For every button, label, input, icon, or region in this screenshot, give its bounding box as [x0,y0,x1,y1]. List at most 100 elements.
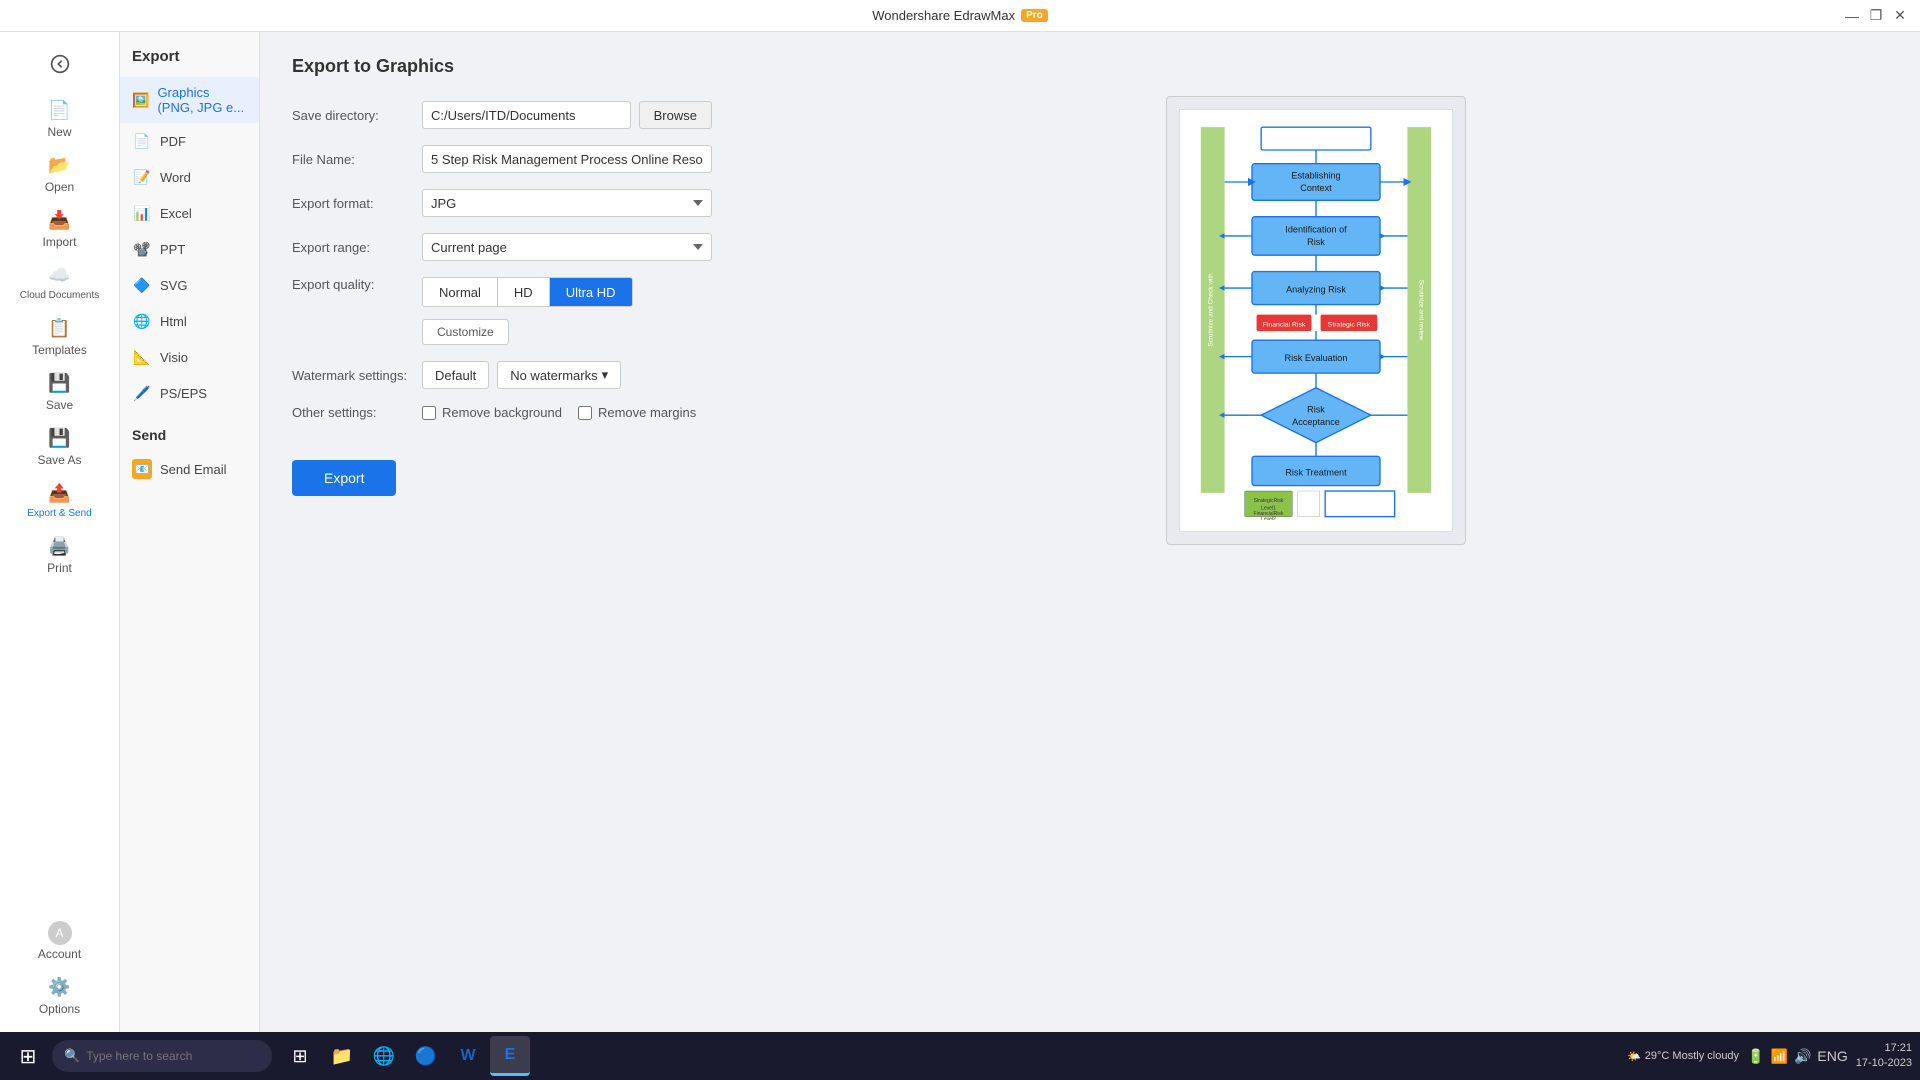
send-email-item[interactable]: 📧 Send Email [120,451,259,487]
taskview-button[interactable]: ⊞ [280,1036,320,1076]
sidebar-item-import[interactable]: 📥 Import [0,202,119,257]
file-type-pdf[interactable]: 📄 PDF [120,123,259,159]
new-icon: 📄 [48,100,70,121]
file-type-word-label: Word [160,170,191,185]
print-icon: 🖨️ [48,536,70,557]
back-button[interactable] [40,44,80,84]
sidebar-item-label-saveas: Save As [37,453,81,467]
sidebar-item-options[interactable]: ⚙️ Options [0,969,119,1024]
chrome-button[interactable]: 🔵 [406,1036,446,1076]
remove-margins-checkbox[interactable] [578,406,592,420]
save-directory-control: Browse [422,101,712,129]
close-button[interactable]: ✕ [1892,8,1908,24]
svg-text:Analyzing Risk: Analyzing Risk [1286,285,1346,295]
file-type-ppt[interactable]: 📽️ PPT [120,231,259,267]
main-layout: 📄 New 📂 Open 📥 Import ☁️ Cloud Documents… [0,32,1920,1032]
export-button[interactable]: Export [292,460,396,496]
export-format-row: Export format: JPG PNG BMP TIFF GIF SVG [292,189,712,217]
other-settings-label: Other settings: [292,405,422,420]
save-directory-row: Save directory: Browse [292,101,712,129]
sidebar-item-label-import: Import [42,235,76,249]
network-icon: 📶 [1771,1048,1788,1065]
start-button[interactable]: ⊞ [8,1036,48,1076]
sidebar-item-save[interactable]: 💾 Save [0,365,119,420]
svg-text:Risk Evaluation: Risk Evaluation [1285,353,1348,363]
watermark-default-button[interactable]: Default [422,361,489,389]
save-directory-label: Save directory: [292,108,422,123]
svg-text:Risk: Risk [1307,404,1325,414]
quality-normal-button[interactable]: Normal [423,278,498,306]
file-type-pseps[interactable]: 🖊️ PS/EPS [120,375,259,411]
svg-text:Financial Risk: Financial Risk [1263,321,1306,328]
customize-button[interactable]: Customize [422,319,509,345]
sidebar-item-saveas[interactable]: 💾 Save As [0,420,119,475]
app-title: Wondershare EdrawMax Pro [872,8,1048,23]
browse-button[interactable]: Browse [639,101,712,129]
pro-badge: Pro [1021,9,1048,22]
sidebar-item-account[interactable]: A Account [0,913,119,969]
file-name-label: File Name: [292,152,422,167]
svg-text:Level2: Level2 [1261,516,1276,520]
watermark-none-button[interactable]: No watermarks ▾ [497,361,621,389]
customize-row: Customize [422,313,712,345]
sidebar-item-label-print: Print [47,561,72,575]
quality-ultrahd-button[interactable]: Ultra HD [550,278,632,306]
pseps-icon: 🖊️ [132,383,152,403]
sidebar-item-export[interactable]: 📤 Export & Send [0,475,119,528]
account-avatar: A [48,921,72,945]
import-icon: 📥 [48,210,70,231]
taskbar-search[interactable]: 🔍 [52,1040,272,1072]
search-input[interactable] [86,1049,246,1063]
battery-icon: 🔋 [1747,1048,1764,1065]
file-type-html[interactable]: 🌐 Html [120,303,259,339]
file-explorer-button[interactable]: 📁 [322,1036,362,1076]
visio-icon: 📐 [132,347,152,367]
watermark-no-label: No watermarks [510,368,597,383]
save-directory-input-group: Browse [422,101,712,129]
sidebar-item-print[interactable]: 🖨️ Print [0,528,119,583]
quality-hd-button[interactable]: HD [498,278,550,306]
sidebar-item-open[interactable]: 📂 Open [0,147,119,202]
search-icon: 🔍 [64,1048,80,1064]
remove-margins-text: Remove margins [598,405,696,420]
svg-text:StrategicRisk: StrategicRisk [1254,498,1284,504]
sidebar-item-templates[interactable]: 📋 Templates [0,310,119,365]
sidebar-item-new[interactable]: 📄 New [0,92,119,147]
weather-text: 29°C Mostly cloudy [1645,1050,1739,1062]
file-type-word[interactable]: 📝 Word [120,159,259,195]
file-type-excel[interactable]: 📊 Excel [120,195,259,231]
remove-background-label[interactable]: Remove background [422,405,562,420]
svg-text:Establishing: Establishing [1291,170,1340,180]
file-type-svg[interactable]: 🔷 SVG [120,267,259,303]
sidebar-item-label-save: Save [46,398,73,412]
edge-button[interactable]: 🌐 [364,1036,404,1076]
remove-background-checkbox[interactable] [422,406,436,420]
export-format-select[interactable]: JPG PNG BMP TIFF GIF SVG [422,189,712,217]
file-type-visio[interactable]: 📐 Visio [120,339,259,375]
page-title: Export to Graphics [292,56,712,77]
edrawmax-button[interactable]: E [490,1036,530,1076]
file-type-graphics[interactable]: 🖼️ Graphics (PNG, JPG e... [120,77,259,123]
word-button[interactable]: W [448,1036,488,1076]
sidebar-item-label-export: Export & Send [27,508,91,520]
options-label: Options [39,1002,80,1016]
svg-text:Strategic Risk: Strategic Risk [1328,321,1371,328]
html-icon: 🌐 [132,311,152,331]
svg-text:Risk: Risk [1307,237,1325,247]
export-range-select[interactable]: Current page All pages Selected objects [422,233,712,261]
file-name-input[interactable] [422,145,712,173]
minimize-button[interactable]: — [1844,8,1860,24]
templates-icon: 📋 [48,318,70,339]
sidebar-item-cloud[interactable]: ☁️ Cloud Documents [0,257,119,310]
maximize-button[interactable]: ❐ [1868,8,1884,24]
preview-panel: Scrutinize and Check with Scrutinize and… [744,56,1888,1008]
main-content: Export to Graphics Save directory: Brows… [260,32,1920,1032]
watermark-control: Default No watermarks ▾ [422,361,712,389]
taskbar-right: 🌤️ 29°C Mostly cloudy 🔋 📶 🔊 ENG 17:21 17… [1627,1041,1912,1072]
save-directory-input[interactable] [422,101,631,129]
volume-icon: 🔊 [1794,1048,1811,1065]
remove-margins-label[interactable]: Remove margins [578,405,696,420]
export-format-control: JPG PNG BMP TIFF GIF SVG [422,189,712,217]
graphics-icon: 🖼️ [132,90,149,110]
export-range-label: Export range: [292,240,422,255]
